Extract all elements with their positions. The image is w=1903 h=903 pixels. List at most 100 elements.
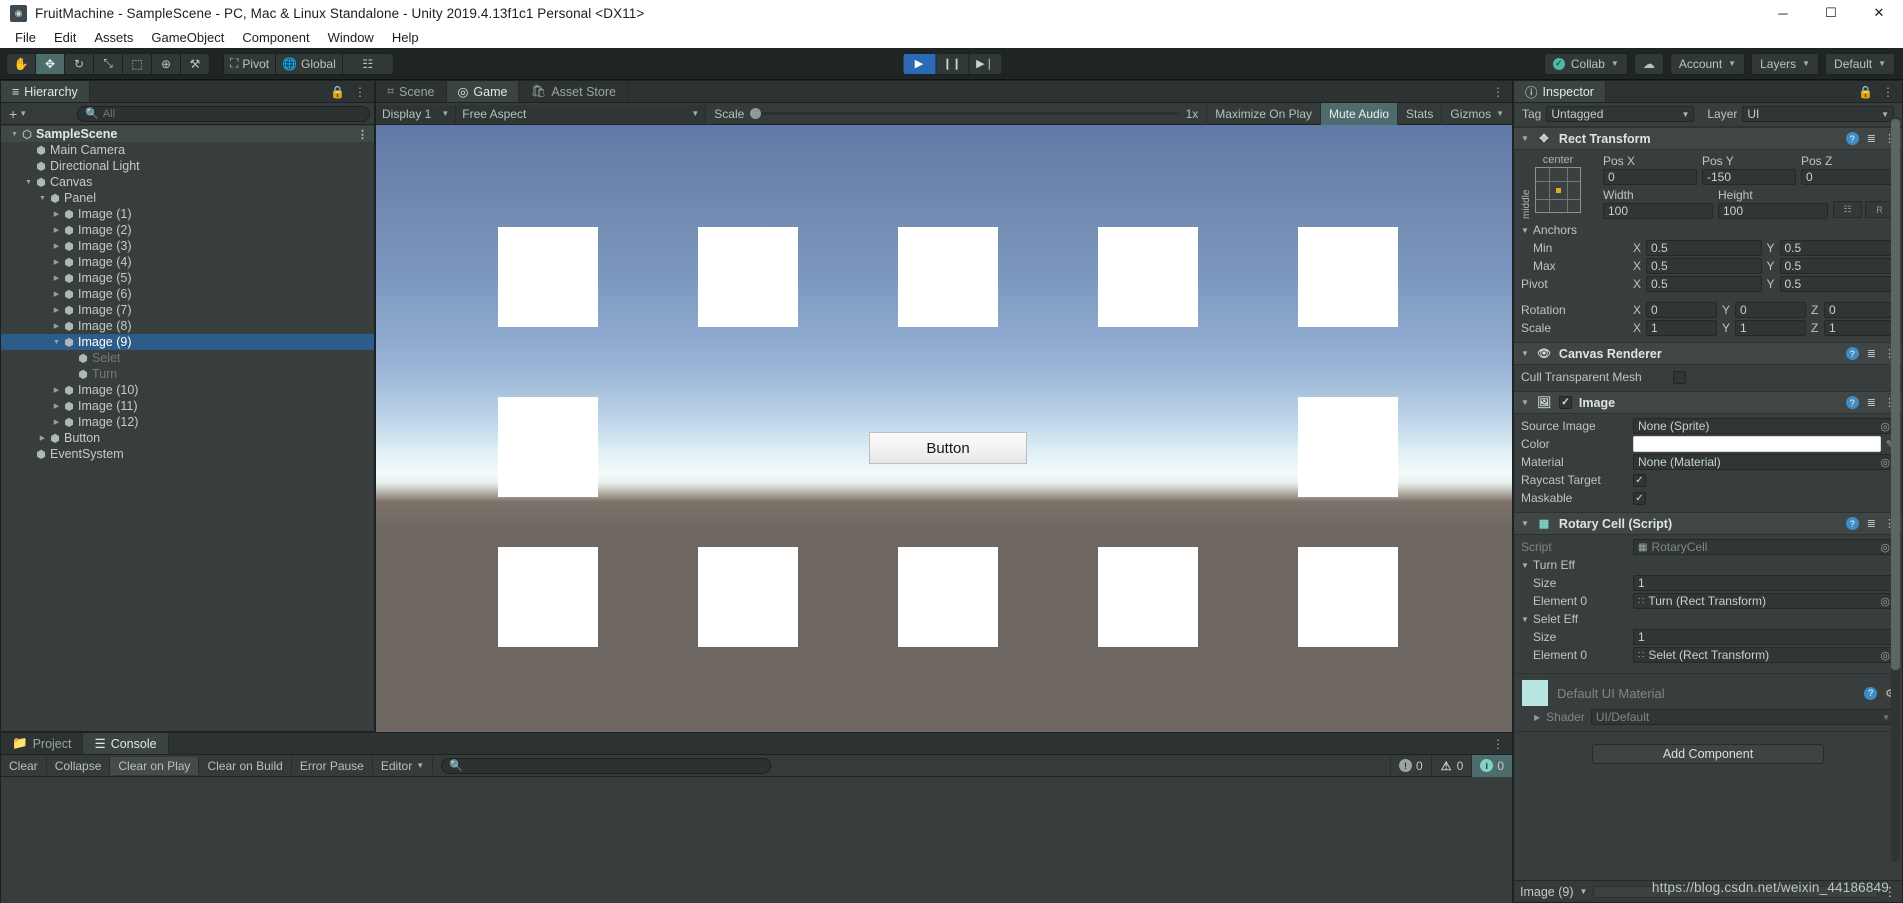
hierarchy-item-panel[interactable]: ▼ ⬢ Panel [1,190,374,206]
collab-button[interactable]: ✓ Collab ▼ [1543,52,1628,75]
raw-toggle[interactable]: R [1865,201,1894,218]
tab-inspector[interactable]: ⓘ Inspector [1514,81,1606,102]
hand-tool[interactable]: ✋ [6,52,36,75]
hierarchy-item-image-4[interactable]: ▶ ⬢ Image (4) [1,254,374,270]
console-log-area[interactable] [1,777,1512,903]
position-field-1[interactable]: -150 [1702,169,1796,185]
menu-item-edit[interactable]: Edit [45,28,85,47]
raycast-target-checkbox[interactable]: ✓ [1633,473,1646,487]
chevron-right-icon[interactable]: ▶ [51,258,62,266]
anchor-min-y-field[interactable]: 0.5 [1779,240,1895,256]
stats-toggle[interactable]: Stats [1397,102,1441,125]
position-field-2[interactable]: 0 [1801,169,1895,185]
rotate-tool[interactable]: ↻ [64,52,94,75]
lock-icon[interactable]: 🔒 [330,85,345,99]
tab-scene[interactable]: ⌗ Scene [376,81,447,102]
chevron-right-icon[interactable]: ▶ [51,290,62,298]
foldout-icon[interactable]: ▶ [1534,713,1540,722]
selet-eff-foldout-row[interactable]: ▼ Selet Eff [1521,610,1895,628]
cell-9[interactable] [698,547,798,647]
chevron-down-icon[interactable]: ▼ [51,339,62,346]
hierarchy-item-image-3[interactable]: ▶ ⬢ Image (3) [1,238,374,254]
console-error-pause-button[interactable]: Error Pause [292,756,373,775]
object-picker-icon[interactable]: ◎ [1880,649,1890,662]
rotation-z-field[interactable]: 0 [1824,302,1895,318]
color-swatch-field[interactable] [1633,436,1881,452]
kebab-icon[interactable]: ⋮ [357,128,368,141]
console-editor-button[interactable]: Editor ▼ [373,756,434,775]
chevron-down-icon[interactable]: ▼ [37,195,48,202]
scale-tool[interactable]: ⤡ [93,52,123,75]
chevron-right-icon[interactable]: ▶ [51,274,62,282]
hierarchy-item-image-7[interactable]: ▶ ⬢ Image (7) [1,302,374,318]
position-field-0[interactable]: 0 [1603,169,1697,185]
hierarchy-item-image-1[interactable]: ▶ ⬢ Image (1) [1,206,374,222]
rotary-cell-header[interactable]: ▼ ▦ Rotary Cell (Script) ? ≣ ⋮ [1514,512,1902,535]
move-tool[interactable]: ✥ [35,52,65,75]
chevron-down-icon[interactable]: ▼ [1580,887,1588,896]
turn-eff-size-field[interactable]: 1 [1633,575,1895,591]
console-search-input[interactable]: 🔍 [441,757,772,774]
cell-11[interactable] [1098,547,1198,647]
preset-icon[interactable]: ≣ [1867,132,1876,145]
game-render-area[interactable]: Button [376,125,1512,753]
grid-snap-icon[interactable]: ☷ [341,52,394,75]
hierarchy-item-image-2[interactable]: ▶ ⬢ Image (2) [1,222,374,238]
create-button[interactable]: + ▼ [5,106,31,122]
anchor-min-x-field[interactable]: 0.5 [1646,240,1762,256]
chevron-right-icon[interactable]: ▶ [51,322,62,330]
scale-x-field[interactable]: 1 [1646,320,1717,336]
hierarchy-item-image-6[interactable]: ▶ ⬢ Image (6) [1,286,374,302]
gizmos-dropdown[interactable]: Gizmos ▼ [1441,102,1512,125]
scale-slider[interactable] [750,108,1180,119]
turn-eff-foldout-row[interactable]: ▼ Turn Eff [1521,556,1895,574]
menu-item-window[interactable]: Window [319,28,383,47]
hierarchy-item-canvas[interactable]: ▼ ⬢ Canvas [1,174,374,190]
error-count[interactable]: ! 0 [1389,754,1431,777]
play-button[interactable]: ▶ [902,52,936,75]
foldout-icon[interactable]: ▼ [1521,398,1529,407]
anchor-preset-button[interactable] [1535,167,1581,213]
minimize-button[interactable]: ─ [1759,0,1807,26]
anchors-foldout-row[interactable]: ▼ Anchors [1521,221,1895,239]
hierarchy-item-button[interactable]: ▶ ⬢ Button [1,430,374,446]
display-dropdown[interactable]: Display 1 ▼ [376,104,457,123]
chevron-right-icon[interactable]: ▶ [51,242,62,250]
pivot-toggle[interactable]: ⛶ Pivot [223,52,277,75]
foldout-icon[interactable]: ▼ [1521,134,1529,143]
warning-count[interactable]: ⚠ 0 [1430,754,1472,777]
foldout-icon[interactable]: ▼ [1521,226,1529,235]
menu-item-help[interactable]: Help [383,28,428,47]
step-button[interactable]: ▶❘ [968,52,1002,75]
tab-console[interactable]: ☰ Console [83,733,169,754]
lock-icon[interactable]: 🔒 [1858,85,1873,99]
preset-icon[interactable]: ≣ [1867,517,1876,530]
tag-dropdown[interactable]: Untagged ▼ [1546,106,1695,122]
rotation-y-field[interactable]: 0 [1735,302,1806,318]
selet-eff-element0-field[interactable]: ∷ Selet (Rect Transform) ◎ [1633,647,1895,663]
tab-asset-store[interactable]: 🛍 Asset Store [519,81,628,102]
foldout-icon[interactable]: ▼ [1521,519,1529,528]
cell-5[interactable] [1298,227,1398,327]
kebab-icon[interactable]: ⋮ [1492,737,1504,751]
inspector-footer-label[interactable]: Image (9) [1520,885,1574,899]
kebab-icon[interactable]: ⋮ [354,85,366,99]
console-clear-on-play-button[interactable]: Clear on Play [110,756,200,775]
anchor-max-y-field[interactable]: 0.5 [1779,258,1895,274]
hierarchy-item-image-8[interactable]: ▶ ⬢ Image (8) [1,318,374,334]
custom-tool[interactable]: ⚒ [180,52,210,75]
preset-icon[interactable]: ≣ [1867,396,1876,409]
material-preview-header[interactable]: Default UI Material ? ⚙ [1514,674,1902,707]
inspector-scrollbar[interactable] [1891,117,1900,862]
hierarchy-item-image-10[interactable]: ▶ ⬢ Image (10) [1,382,374,398]
cell-4[interactable] [1098,227,1198,327]
help-icon[interactable]: ? [1845,517,1859,530]
tab-game[interactable]: ◎ Game [446,81,520,102]
account-button[interactable]: Account ▼ [1669,52,1746,75]
cell-7[interactable] [1298,397,1398,497]
maskable-checkbox[interactable]: ✓ [1633,491,1646,505]
info-count[interactable]: i0 [1471,754,1512,777]
console-clear-on-build-button[interactable]: Clear on Build [199,756,292,775]
chevron-right-icon[interactable]: ▶ [51,402,62,410]
help-icon[interactable]: ? [1845,347,1859,360]
